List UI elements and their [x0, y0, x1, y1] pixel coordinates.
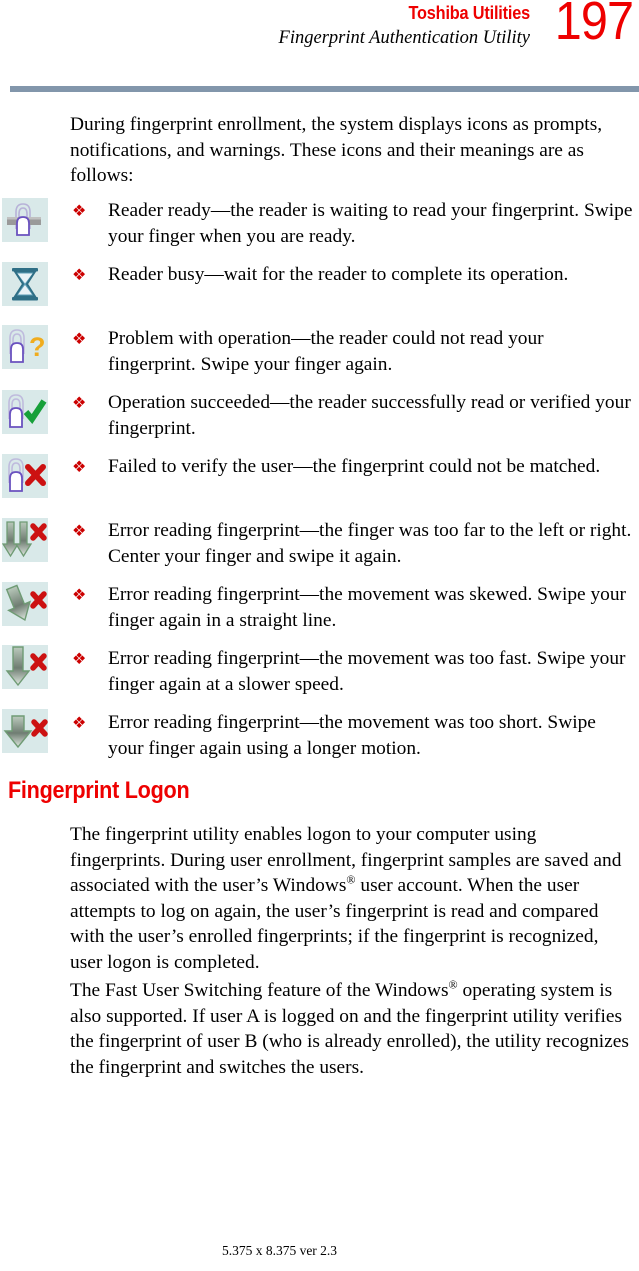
intro-paragraph: During fingerprint enrollment, the syste…	[70, 114, 603, 187]
list-item: ❖ Reader busy—wait for the reader to com…	[70, 262, 636, 288]
short-arrow-x-icon	[2, 709, 48, 753]
list-item: ❖ Error reading fingerprint—the movement…	[70, 646, 636, 697]
section-paragraph-2: The Fast User Switching feature of the W…	[70, 978, 630, 1080]
registered-trademark-symbol: ®	[346, 872, 356, 887]
registered-trademark-symbol: ®	[448, 977, 458, 992]
fingerprint-question-icon: ?	[2, 325, 48, 369]
double-arrow-x-icon	[2, 518, 48, 562]
hourglass-reader-busy-icon	[2, 262, 48, 306]
list-item-label: Reader ready—the reader is waiting to re…	[108, 200, 633, 247]
list-item-label: Failed to verify the user—the fingerprin…	[108, 456, 601, 477]
bullet-diamond-icon: ❖	[72, 203, 87, 220]
bullet-diamond-icon: ❖	[72, 267, 87, 284]
fast-arrow-x-icon	[2, 645, 48, 689]
bullet-diamond-icon: ❖	[72, 715, 87, 732]
fingerprint-checkmark-icon	[2, 390, 48, 434]
page-footer: 5.375 x 8.375 ver 2.3	[221, 1243, 338, 1258]
bullet-diamond-icon: ❖	[72, 395, 87, 412]
list-item: ❖ Error reading fingerprint—the movement…	[70, 582, 636, 633]
list-item-label: Reader busy—wait for the reader to compl…	[108, 264, 569, 285]
list-item-label: Problem with operation—the reader could …	[108, 328, 544, 375]
paragraph-2-text-part-1: The Fast User Switching feature of the W…	[70, 980, 449, 1001]
list-item-label: Error reading fingerprint—the movement w…	[108, 648, 626, 695]
list-item: ❖ Problem with operation—the reader coul…	[70, 326, 636, 377]
list-item-label: Error reading fingerprint—the movement w…	[108, 712, 596, 759]
bullet-diamond-icon: ❖	[72, 587, 87, 604]
bullet-diamond-icon: ❖	[72, 651, 87, 668]
list-item-label: Error reading fingerprint—the movement w…	[108, 584, 627, 631]
list-item: ❖ Reader ready—the reader is waiting to …	[70, 198, 636, 249]
skewed-arrow-x-icon	[2, 582, 48, 626]
bullet-diamond-icon: ❖	[72, 331, 87, 348]
list-item-label: Operation succeeded—the reader successfu…	[108, 392, 631, 439]
page-number: 197	[554, 0, 634, 51]
list-item: ❖ Error reading fingerprint—the movement…	[70, 710, 636, 761]
fingerprint-reader-ready-icon	[2, 198, 48, 242]
header-text-block: Toshiba Utilities Fingerprint Authentica…	[100, 2, 531, 50]
bullet-diamond-icon: ❖	[72, 459, 87, 476]
header-subtitle: Fingerprint Authentication Utility	[278, 28, 530, 48]
bullet-diamond-icon: ❖	[72, 523, 87, 540]
fingerprint-x-icon	[2, 454, 48, 498]
header-divider-rule	[10, 86, 639, 92]
page-header: Toshiba Utilities Fingerprint Authentica…	[0, 0, 639, 92]
section-heading-fingerprint-logon: Fingerprint Logon	[8, 777, 190, 804]
list-item-label: Error reading fingerprint—the finger was…	[108, 520, 632, 567]
section-paragraph-1: The fingerprint utility enables logon to…	[70, 822, 630, 976]
list-item: ❖ Operation succeeded—the reader success…	[70, 390, 636, 441]
svg-text:?: ?	[29, 332, 46, 362]
header-title: Toshiba Utilities	[408, 2, 530, 23]
list-item: ❖ Error reading fingerprint—the finger w…	[70, 518, 636, 569]
list-item: ❖ Failed to verify the user—the fingerpr…	[70, 454, 636, 480]
